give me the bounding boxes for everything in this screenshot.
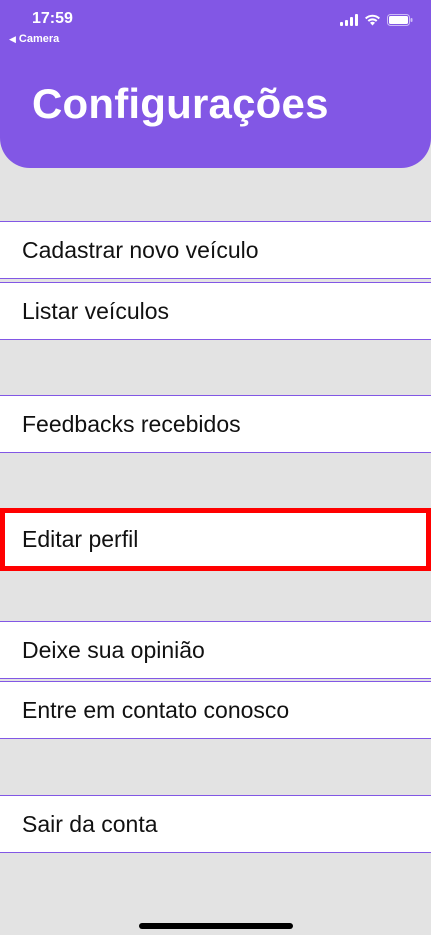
logout-item[interactable]: Sair da conta — [0, 795, 431, 853]
cellular-signal-icon — [340, 14, 358, 26]
edit-profile-item[interactable]: Editar perfil — [0, 508, 431, 571]
leave-opinion-item[interactable]: Deixe sua opinião — [0, 621, 431, 679]
home-indicator — [139, 923, 293, 929]
wifi-icon — [365, 14, 380, 26]
page-title: Configurações — [32, 80, 329, 127]
status-icons — [340, 14, 413, 26]
contact-us-item[interactable]: Entre em contato conosco — [0, 681, 431, 739]
header: 17:59 ◀ Camera Configurações — [0, 0, 431, 168]
feedbacks-item[interactable]: Feedbacks recebidos — [0, 395, 431, 453]
back-to-app-link[interactable]: ◀ Camera — [9, 33, 59, 45]
back-app-label: Camera — [18, 33, 60, 45]
battery-icon — [387, 14, 413, 26]
back-arrow-icon: ◀ — [9, 33, 16, 44]
status-time: 17:59 — [32, 10, 73, 27]
register-vehicle-item[interactable]: Cadastrar novo veículo — [0, 221, 431, 279]
list-vehicles-item[interactable]: Listar veículos — [0, 282, 431, 340]
